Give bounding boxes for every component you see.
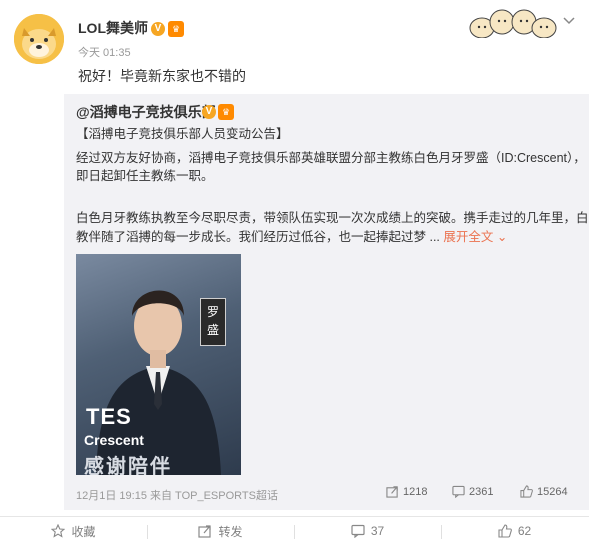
avatar[interactable] xyxy=(14,14,64,64)
favorite-label: 收藏 xyxy=(71,524,96,539)
repost-comment-count[interactable]: 2361 xyxy=(452,485,493,498)
vip-badge-icon: ♛ xyxy=(218,104,234,120)
forward-icon xyxy=(386,486,398,498)
verified-badge-icon: V xyxy=(202,105,216,119)
forward-count: 1218 xyxy=(403,485,428,498)
name-tag: 罗 盛 xyxy=(200,298,226,346)
repost-forward-count[interactable]: 1218 xyxy=(386,485,427,498)
chevron-down-icon[interactable] xyxy=(563,14,575,26)
post-text: 祝好！毕竟新东家也不错的 xyxy=(78,68,246,84)
expand-label[interactable]: 展开全文 xyxy=(443,230,493,244)
name-tag-char: 罗 xyxy=(206,305,219,319)
comment-icon xyxy=(452,485,465,498)
like-icon xyxy=(520,485,533,498)
forward-label: 转发 xyxy=(218,524,243,539)
author-name[interactable]: LOL舞美师 xyxy=(78,18,148,38)
like-count: 62 xyxy=(517,524,532,538)
reposted-weibo: @滔搏电子竞技俱乐部 V ♛ 【滔搏电子竞技俱乐部人员变动公告】 经过双方友好协… xyxy=(64,94,589,510)
like-button[interactable]: 62 xyxy=(441,517,588,545)
name-tag-char: 盛 xyxy=(206,323,219,337)
repost-text-line: 经过双方友好协商，滔搏电子竞技俱乐部英雄联盟分部主教练白色月牙罗盛（ID:Cre… xyxy=(76,151,586,165)
repost-text-line: 即日起卸任主教练一职。 xyxy=(76,169,214,183)
repost-author-name[interactable]: @滔搏电子竞技俱乐部 xyxy=(76,104,216,120)
like-count: 15264 xyxy=(537,485,568,498)
decoration-eggs-icon xyxy=(469,9,557,38)
weibo-card: LOL舞美师 V ♛ 今天 01:35 祝好！毕竟新东家也不错的 @滔搏电子竞技… xyxy=(0,0,589,544)
repost-image[interactable]: 罗 盛 TES Crescent 感谢陪伴 xyxy=(76,254,241,475)
star-icon xyxy=(51,524,66,538)
post-time[interactable]: 今天 01:35 xyxy=(78,44,131,60)
poster-thanks: 感谢陪伴 xyxy=(84,456,172,475)
poster-team: TES xyxy=(86,404,132,429)
forward-button[interactable]: 转发 xyxy=(147,517,294,545)
forward-icon xyxy=(198,525,212,538)
comment-icon xyxy=(351,524,365,538)
repost-meta[interactable]: 12月1日 19:15 来自 TOP_ESPORTS超话 xyxy=(76,487,278,503)
vip-badge-icon: ♛ xyxy=(168,21,184,37)
poster-player: Crescent xyxy=(84,432,144,448)
expand-full-text-link[interactable]: 展开全文 ⌄ xyxy=(443,230,507,244)
repost-author[interactable]: @滔搏电子竞技俱乐部 xyxy=(76,102,216,122)
comment-count: 2361 xyxy=(469,485,494,498)
doge-avatar-icon xyxy=(14,14,64,64)
repost-text-line-content: 教伴随了滔搏的每一步成长。我们经历过低谷，也一起捧起过梦 ... xyxy=(76,230,440,244)
like-icon xyxy=(498,524,512,538)
verified-badge-icon: V xyxy=(151,22,165,36)
repost-title: 【滔搏电子竞技俱乐部人员变动公告】 xyxy=(76,127,289,141)
favorite-button[interactable]: 收藏 xyxy=(0,517,147,545)
comment-button[interactable]: 37 xyxy=(294,517,441,545)
repost-text-line: 白色月牙教练执教至今尽职尽责，带领队伍实现一次次成绩上的突破。携手走过的几年里，… xyxy=(76,211,589,225)
comment-count: 37 xyxy=(370,524,385,538)
repost-text-line: 教伴随了滔搏的每一步成长。我们经历过低谷，也一起捧起过梦 ... 展开全文 ⌄ xyxy=(76,227,507,247)
repost-like-count[interactable]: 15264 xyxy=(520,485,568,498)
action-bar: 收藏 转发 37 62 xyxy=(0,516,589,545)
